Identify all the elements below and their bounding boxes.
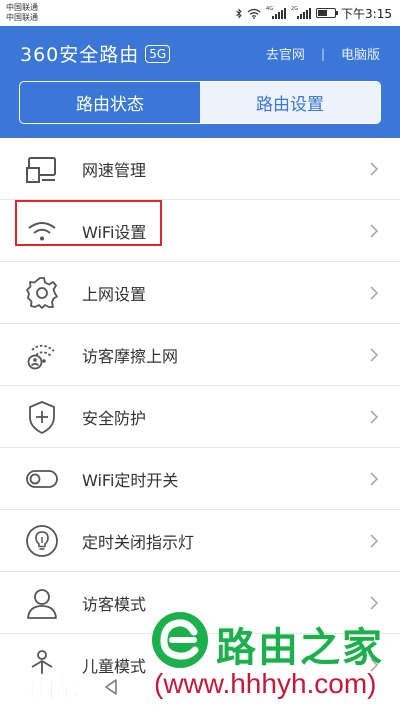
tab-router-settings[interactable]: 路由设置 xyxy=(200,82,380,123)
desktop-version-link[interactable]: 电脑版 xyxy=(341,44,380,63)
menu-item-label: WiFi定时开关 xyxy=(82,470,179,490)
signal-strength-icon-2: 2G xyxy=(291,5,312,19)
link-separator: | xyxy=(320,46,325,61)
official-site-link[interactable]: 去官网 xyxy=(266,44,305,63)
network-tag-2: 2G xyxy=(291,5,299,12)
status-icons: 4G 2G 下午3:15 xyxy=(236,5,392,21)
lightbulb-icon xyxy=(26,525,58,557)
menu-item-label: 上网设置 xyxy=(82,284,147,304)
menu-item-label: 访客模式 xyxy=(82,594,147,614)
watermark-url: (www.hhhyh.com) xyxy=(154,668,377,699)
chevron-right-icon xyxy=(370,347,379,362)
menu-item-wifi-schedule[interactable]: WiFi定时开关 xyxy=(0,448,400,510)
router-home-logo xyxy=(152,612,208,668)
chevron-right-icon xyxy=(370,161,379,176)
chevron-right-icon xyxy=(370,533,379,548)
bluetooth-icon xyxy=(236,7,242,19)
app-header: 360安全路由 5G 去官网 | 电脑版 路由状态 路由设置 xyxy=(0,26,400,138)
chevron-right-icon xyxy=(370,409,379,424)
speed-manage-icon xyxy=(26,157,56,183)
signal-strength-icon-1: 4G xyxy=(266,5,287,19)
menu-item-label: 定时关闭指示灯 xyxy=(82,532,195,552)
tab-router-status[interactable]: 路由状态 xyxy=(20,82,200,123)
battery-icon xyxy=(316,8,339,18)
watermark-brand: 路由之家 xyxy=(216,625,384,671)
menu-item-label: 儿童模式 xyxy=(82,657,147,676)
carrier-name-1: 中国联通 xyxy=(6,3,38,12)
menu-item-internet-settings[interactable]: 上网设置 xyxy=(0,262,400,324)
wifi-status-icon xyxy=(247,8,261,19)
menu-item-security[interactable]: 安全防护 xyxy=(0,386,400,448)
status-time: 下午3:15 xyxy=(341,6,392,21)
chevron-right-icon xyxy=(370,595,379,610)
menu-item-label: 访客摩擦上网 xyxy=(82,346,179,366)
guest-wifi-icon xyxy=(27,344,55,370)
menu-item-speed-manage[interactable]: 网速管理 xyxy=(0,138,400,200)
gear-icon xyxy=(26,277,58,309)
brand-5g-badge: 5G xyxy=(145,44,171,63)
shield-icon xyxy=(29,401,55,434)
header-links: 去官网 | 电脑版 xyxy=(266,44,380,64)
tab-bar: 路由状态 路由设置 xyxy=(19,81,381,124)
menu-item-guest-wifi[interactable]: 访客摩擦上网 xyxy=(0,324,400,386)
toggle-icon xyxy=(26,470,58,488)
app-brand: 360安全路由 5G xyxy=(20,40,171,67)
watermark-left-text: 路由帮 xyxy=(3,674,80,705)
chevron-right-icon xyxy=(370,285,379,300)
brand-name: 360安全路由 xyxy=(20,44,140,66)
network-tag-1: 4G xyxy=(266,5,274,12)
carrier-name-2: 中国联通 xyxy=(6,13,38,22)
chevron-right-icon xyxy=(370,471,379,486)
back-arrow-icon[interactable] xyxy=(104,678,118,696)
status-bar: 中国联通 中国联通 4G 2G 下午3:15 xyxy=(0,0,400,26)
menu-item-label: 网速管理 xyxy=(82,160,147,180)
wifi-settings-highlight-box xyxy=(15,200,162,246)
menu-item-label: 安全防护 xyxy=(82,408,147,428)
user-icon xyxy=(27,589,57,619)
chevron-right-icon xyxy=(370,223,379,238)
menu-item-indicator-light[interactable]: 定时关闭指示灯 xyxy=(0,510,400,572)
